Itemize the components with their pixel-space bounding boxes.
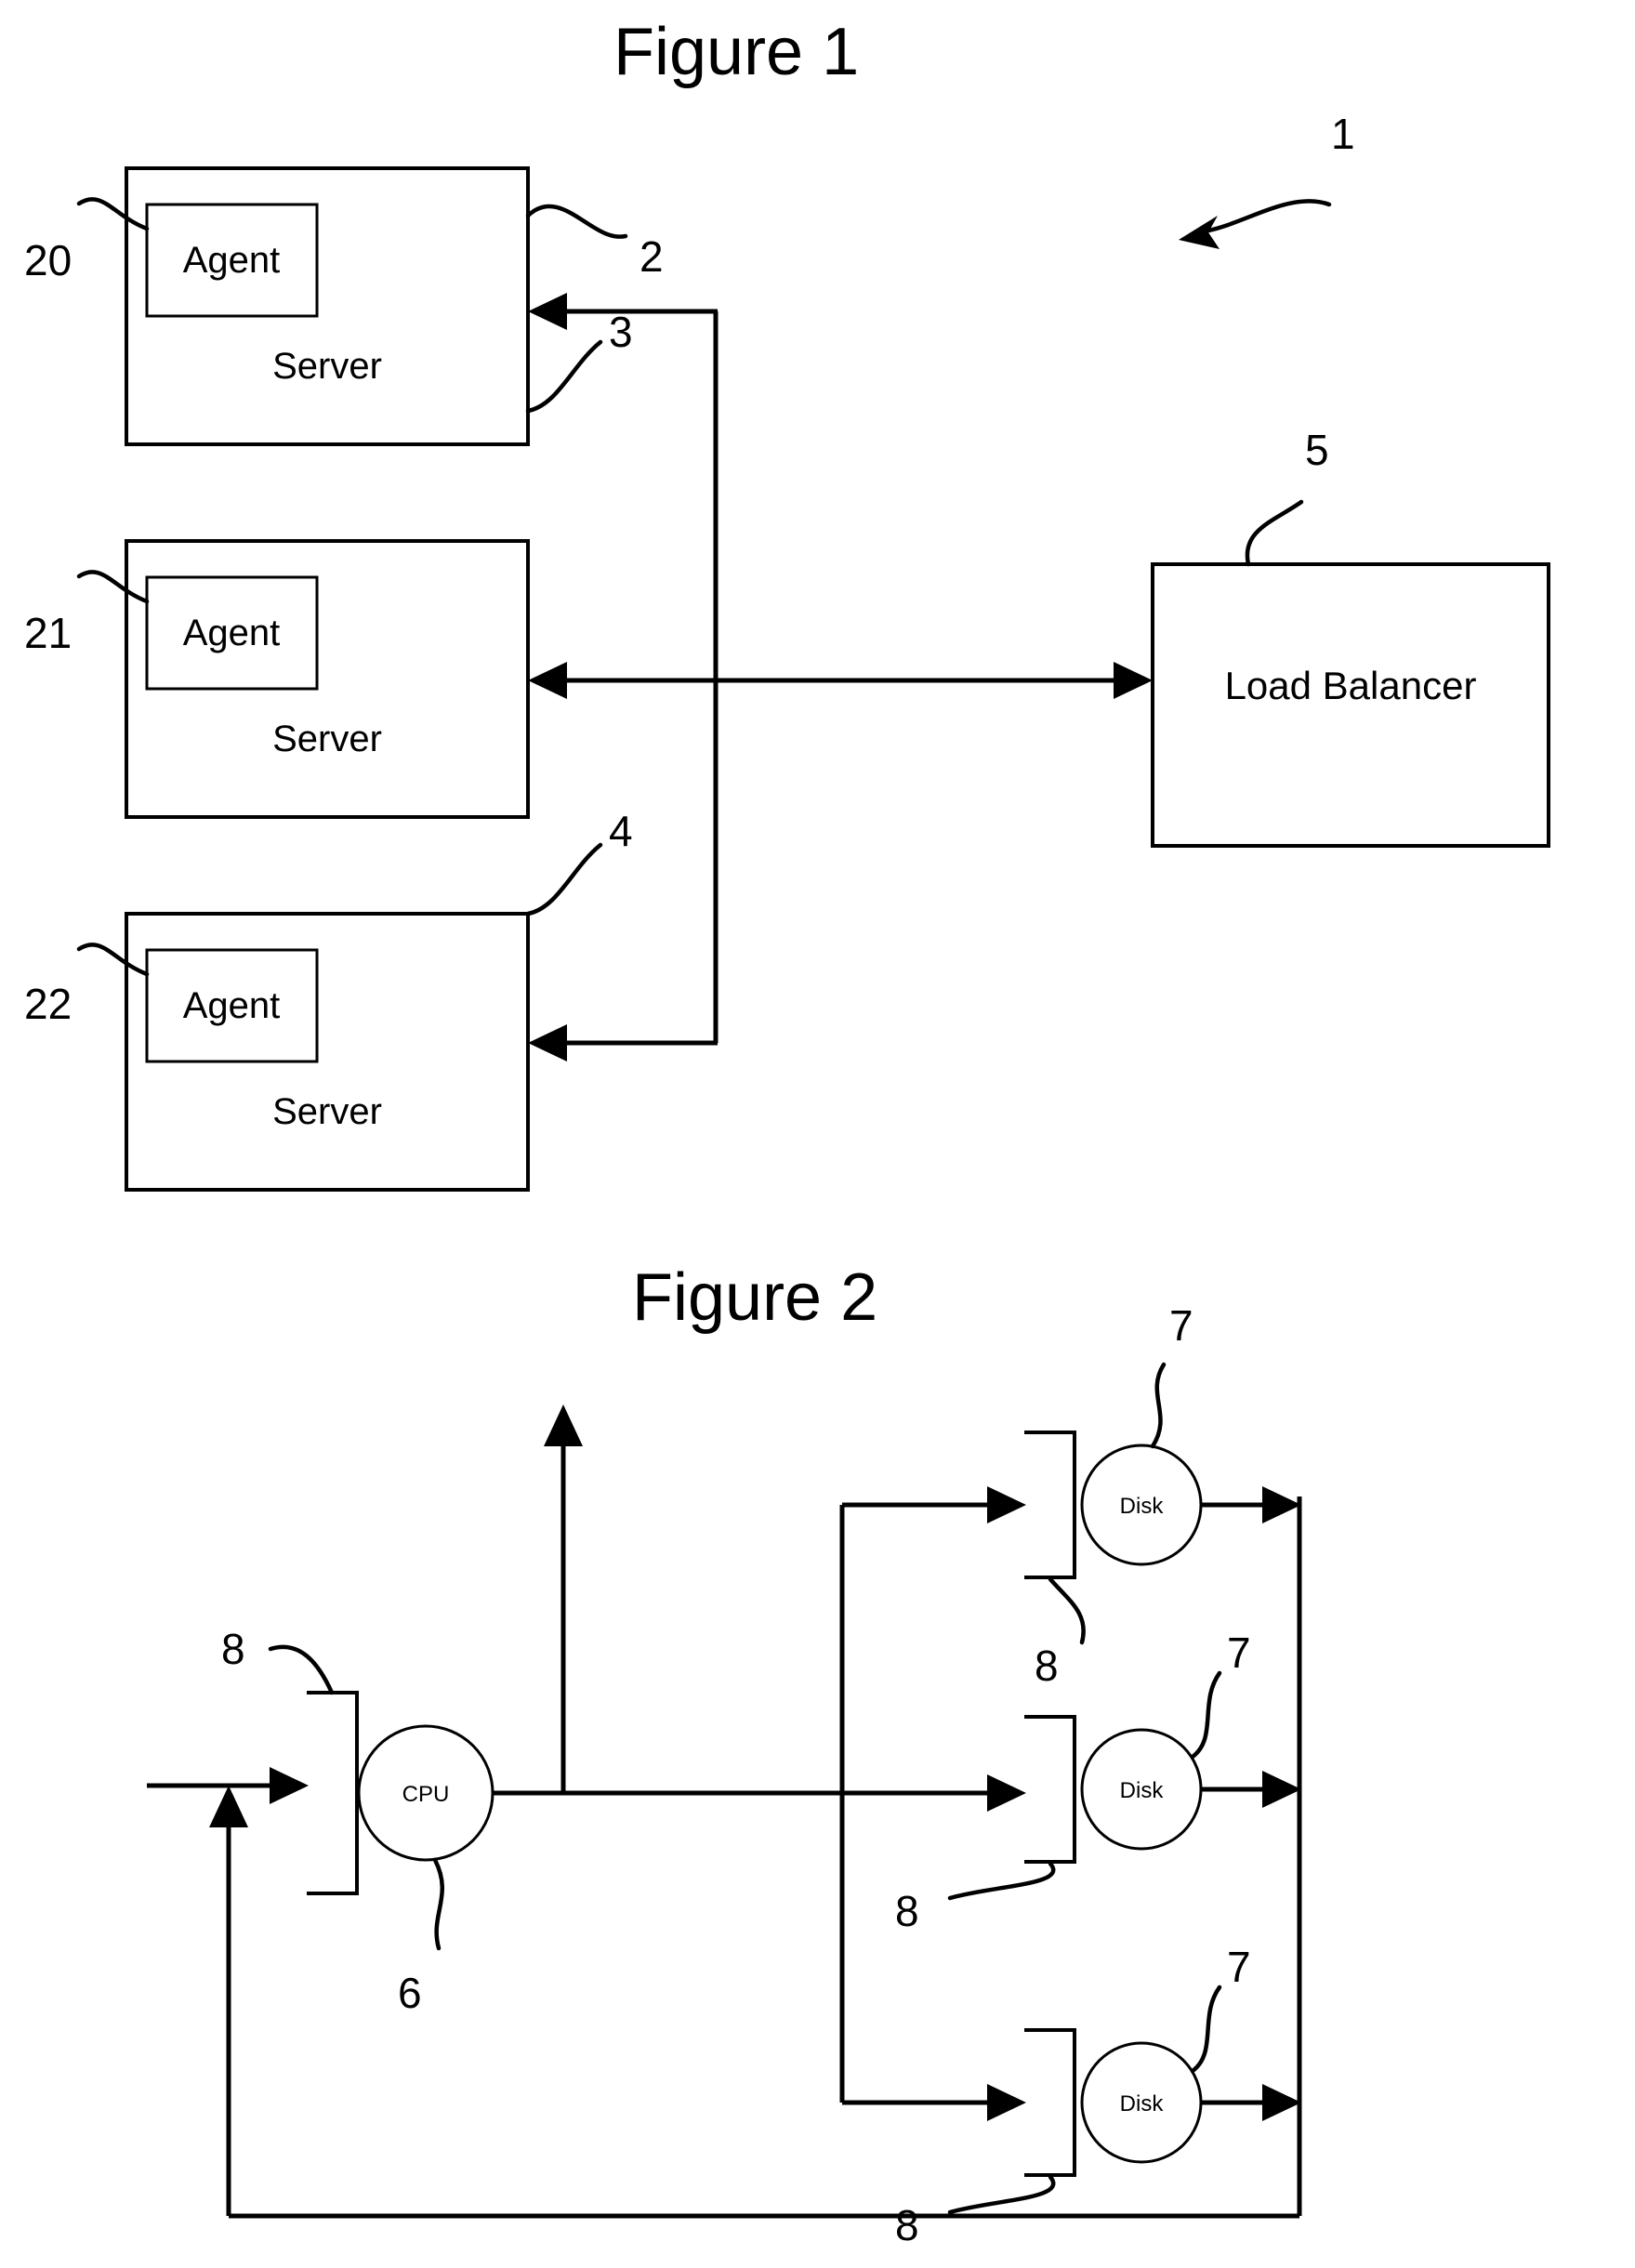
figures-canvas: Figure 1 1 Agent Server 20 2 Agent Serve… <box>24 15 1550 2249</box>
arrowhead-disk1-out <box>1262 1486 1301 1523</box>
arrowhead-left-server3 <box>528 1024 567 1061</box>
disk-3-ref7-callout <box>1190 1984 1222 2074</box>
figure2-title: Figure 2 <box>632 1260 877 1335</box>
arrowhead-into-disk1-queue <box>987 1486 1026 1523</box>
cpu-queue-ref-8: 8 <box>221 1625 245 1673</box>
server-2-group[interactable]: Agent Server <box>125 539 530 819</box>
server-3-ref22-callout <box>76 943 150 977</box>
disk-3-node-group[interactable]: Disk <box>1080 2041 1203 2164</box>
server-2-box[interactable] <box>125 539 530 819</box>
server-1-ref-20: 20 <box>24 236 72 284</box>
arrowhead-into-disk2-queue <box>987 1774 1026 1812</box>
server-1-box[interactable] <box>125 166 530 446</box>
arrowhead-left-server2 <box>528 662 567 699</box>
server-3-ref4-callout <box>525 842 603 916</box>
server-3-group[interactable]: Agent Server <box>125 912 530 1192</box>
arrowhead-left-server1 <box>528 293 567 330</box>
server-1-ref-2: 2 <box>639 232 664 281</box>
disk-2-node-group[interactable]: Disk <box>1080 1728 1203 1851</box>
server-1-ref20-callout <box>76 197 150 231</box>
server-1-label: Server <box>272 346 382 387</box>
cpu-ref-6: 6 <box>398 1969 422 2017</box>
disk-2-queue-ref-8: 8 <box>895 1887 919 1935</box>
server-1-group[interactable]: Agent Server <box>125 166 530 446</box>
disk-1-ref-7: 7 <box>1169 1301 1193 1350</box>
arrowhead-into-disk3-queue <box>987 2084 1026 2121</box>
server-2-label: Server <box>272 719 382 759</box>
disk-1-ref7-callout <box>1150 1362 1167 1449</box>
disk-2-queue-bracket <box>1024 1715 1076 1864</box>
load-balancer-ref5-callout <box>1245 499 1304 567</box>
server-1-ref2-callout <box>525 204 628 239</box>
system-ref-1: 1 <box>1331 110 1355 158</box>
arrowhead-right-lb <box>1114 662 1153 699</box>
arrowhead-departure-up <box>544 1404 583 1446</box>
arrowhead-into-cpu-queue <box>270 1767 309 1804</box>
server-1-agent-label: Agent <box>183 240 281 281</box>
disk-3-ref-7: 7 <box>1227 1943 1251 1991</box>
disk-3-queue-bracket <box>1024 2028 1076 2177</box>
cpu-queue-ref8-callout <box>268 1644 335 1695</box>
server-3-label: Server <box>272 1091 382 1132</box>
figure1-title: Figure 1 <box>613 15 859 89</box>
server-3-ref-22: 22 <box>24 980 72 1028</box>
disk-1-queue-bracket <box>1024 1431 1076 1579</box>
disk-3-output <box>1201 2084 1301 2121</box>
disk-1-output <box>1201 1486 1301 1523</box>
disk-2-label: Disk <box>1120 1778 1165 1803</box>
arrowhead-disk2-out <box>1262 1771 1301 1808</box>
figure-sheet: Figure 1 1 Agent Server 20 2 Agent Serve… <box>0 0 1635 2268</box>
disk-1-label: Disk <box>1120 1494 1165 1519</box>
system-ref-1-callout <box>1179 199 1332 249</box>
disk-3-queue-ref8-callout <box>947 2174 1056 2215</box>
server-3-box[interactable] <box>125 912 530 1192</box>
cpu-node-group[interactable]: CPU <box>357 1724 494 1862</box>
server-2-ref3-callout <box>525 339 603 414</box>
connection-lb-to-server2 <box>528 662 1153 699</box>
arrowhead-feedback-into-arrival <box>209 1786 248 1827</box>
disk-1-queue-ref-8: 8 <box>1035 1642 1059 1690</box>
cpu-label: CPU <box>402 1782 450 1807</box>
disk-3-queue-ref-8: 8 <box>895 2201 919 2249</box>
load-balancer-group[interactable]: Load Balancer <box>1151 562 1550 848</box>
departure-arrow-up <box>544 1404 583 1793</box>
disk-3-label: Disk <box>1120 2091 1165 2116</box>
server-2-ref-21: 21 <box>24 609 72 657</box>
cpu-output-spine <box>493 1774 1026 1812</box>
disk-2-queue-ref8-callout <box>947 1861 1056 1901</box>
cpu-queue-bracket <box>307 1691 359 1895</box>
server-3-ref-4: 4 <box>609 807 633 855</box>
disk-1-node-group[interactable]: Disk <box>1080 1444 1203 1566</box>
disk-2-output <box>1201 1771 1301 1808</box>
server-2-agent-label: Agent <box>183 613 281 653</box>
load-balancer-ref-5: 5 <box>1305 426 1329 474</box>
server-3-agent-label: Agent <box>183 985 281 1026</box>
disk-2-ref-7: 7 <box>1227 1628 1251 1677</box>
arrowhead-disk3-out <box>1262 2084 1301 2121</box>
disk-2-ref7-callout <box>1190 1670 1222 1760</box>
server-2-ref21-callout <box>76 570 150 604</box>
load-balancer-label: Load Balancer <box>1225 664 1477 707</box>
server-2-ref-3: 3 <box>609 308 633 356</box>
cpu-ref6-callout <box>432 1857 445 1951</box>
disk-1-queue-ref8-callout <box>1048 1576 1086 1645</box>
